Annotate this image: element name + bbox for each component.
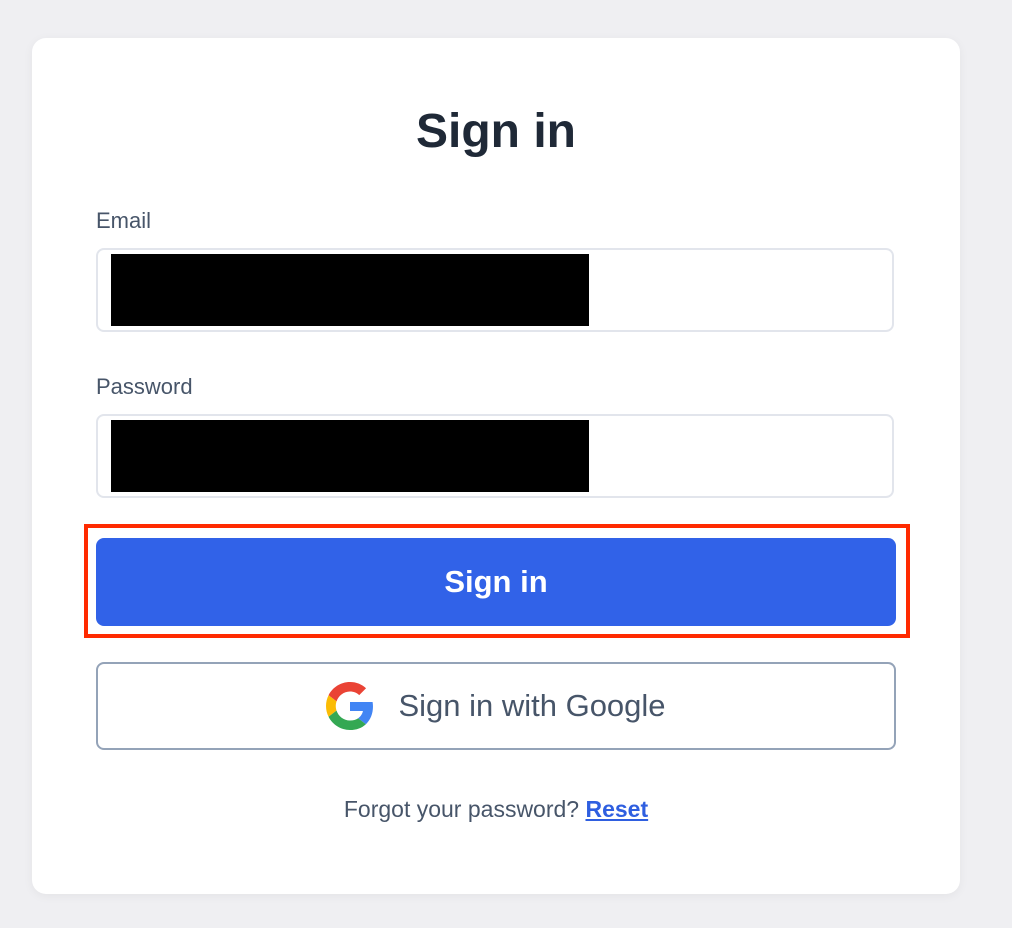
forgot-password-text: Forgot your password? bbox=[343, 796, 580, 822]
email-redaction bbox=[111, 254, 589, 326]
reset-link[interactable]: Reset bbox=[585, 796, 648, 822]
password-redaction bbox=[111, 420, 589, 492]
google-g-icon bbox=[326, 682, 374, 730]
password-label: Password bbox=[96, 374, 193, 399]
google-sign-in-button[interactable]: Sign in with Google bbox=[96, 662, 896, 750]
email-label: Email bbox=[96, 208, 152, 233]
password-field[interactable] bbox=[96, 414, 894, 498]
page-title: Sign in bbox=[416, 105, 576, 158]
forgot-password-row: Forgot your password? Reset bbox=[32, 794, 960, 824]
google-button-label: Sign in with Google bbox=[398, 688, 666, 723]
email-field[interactable] bbox=[96, 248, 894, 332]
sign-in-card: Sign in Email Password Sign in Sign in w… bbox=[32, 38, 960, 894]
sign-in-button[interactable]: Sign in bbox=[96, 538, 896, 626]
